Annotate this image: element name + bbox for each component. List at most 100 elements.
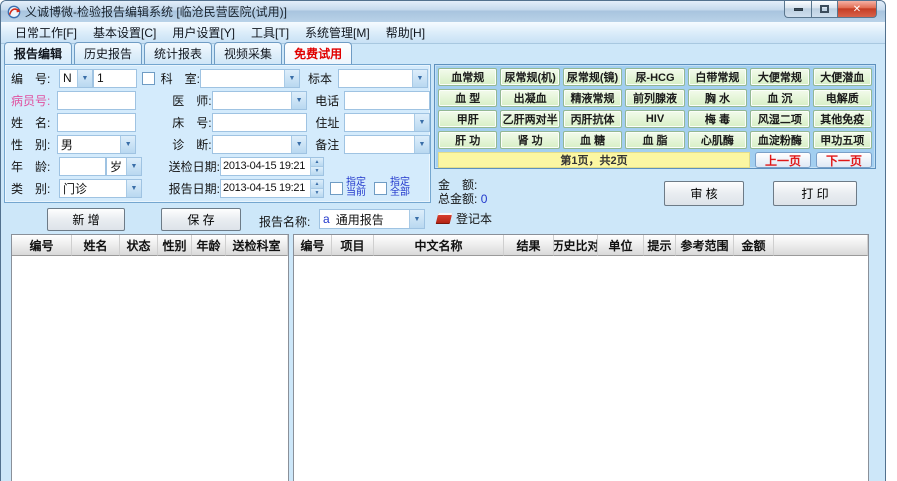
column-header[interactable]: 历史比对 <box>554 235 598 256</box>
test-category-button[interactable]: 肝 功 <box>438 131 497 149</box>
test-category-button[interactable]: 胸 水 <box>688 89 747 107</box>
remark-select[interactable]: ▼ <box>344 135 430 154</box>
audit-button[interactable]: 审 核 <box>664 181 744 206</box>
close-button[interactable]: ✕ <box>837 1 877 18</box>
specify-current-checkbox[interactable] <box>330 182 343 195</box>
window-controls: ✕ <box>784 1 877 18</box>
test-category-button[interactable]: 血 脂 <box>625 131 684 149</box>
column-header[interactable]: 姓名 <box>72 235 120 256</box>
chevron-down-icon: ▼ <box>77 70 92 87</box>
address-select[interactable]: ▼ <box>344 113 430 132</box>
report-name-select[interactable]: a通用报告 ▼ <box>319 209 425 229</box>
department-select[interactable]: ▼ <box>200 69 300 88</box>
menu-item-user-settings[interactable]: 用户设置[Y] <box>164 22 243 43</box>
number-prefix-select[interactable]: N ▼ <box>59 69 93 88</box>
spinner-icon[interactable]: ▲▼ <box>310 158 323 175</box>
column-header[interactable]: 性别 <box>158 235 192 256</box>
report-name-value: 通用报告 <box>336 211 384 228</box>
test-category-button[interactable]: 出凝血 <box>500 89 559 107</box>
column-header[interactable]: 金额 <box>734 235 774 256</box>
spinner-icon[interactable]: ▲▼ <box>310 180 323 197</box>
column-header[interactable]: 年龄 <box>192 235 226 256</box>
test-category-button[interactable]: HIV <box>625 110 684 128</box>
tab-statistics-report[interactable]: 统计报表 <box>144 42 212 64</box>
tab-report-edit[interactable]: 报告编辑 <box>4 42 72 64</box>
maximize-button[interactable] <box>811 1 837 18</box>
test-category-button[interactable]: 肾 功 <box>500 131 559 149</box>
test-category-button[interactable]: 大便常规 <box>750 68 809 86</box>
number-input[interactable]: 1 <box>93 69 137 88</box>
next-page-button[interactable]: 下一页 <box>816 152 872 168</box>
patient-list-body[interactable] <box>12 256 288 481</box>
report-date-input[interactable]: 2013-04-15 19:21 ▲▼ <box>220 179 324 198</box>
age-unit-select[interactable]: 岁 ▼ <box>106 157 142 176</box>
test-category-button[interactable]: 白带常规 <box>688 68 747 86</box>
test-category-button[interactable]: 梅 毒 <box>688 110 747 128</box>
column-header[interactable]: 中文名称 <box>374 235 504 256</box>
test-category-button[interactable]: 血常规 <box>438 68 497 86</box>
tab-history-report[interactable]: 历史报告 <box>74 42 142 64</box>
pagination-bar: 第1页，共2页 上一页 下一页 <box>438 152 872 168</box>
test-category-button[interactable]: 尿-HCG <box>625 68 684 86</box>
result-table: 编号 项目 中文名称 结果 历史比对 单位 提示 参考范围 金额 <box>293 234 869 481</box>
gender-select[interactable]: 男 ▼ <box>57 135 136 154</box>
result-table-body[interactable] <box>294 256 868 481</box>
test-category-panel: 血常规 尿常规(机) 尿常规(镜) 尿-HCG 白带常规 大便常规 大便潜血 血… <box>434 64 876 169</box>
tab-free-trial[interactable]: 免费试用 <box>284 42 352 64</box>
test-category-button[interactable]: 其他免疫 <box>813 110 872 128</box>
test-category-button[interactable]: 精液常规 <box>563 89 622 107</box>
age-input[interactable] <box>59 157 106 176</box>
column-header[interactable]: 项目 <box>332 235 374 256</box>
test-category-button[interactable]: 甲肝 <box>438 110 497 128</box>
test-category-button[interactable]: 大便潜血 <box>813 68 872 86</box>
test-category-button[interactable]: 血 沉 <box>750 89 809 107</box>
send-date-input[interactable]: 2013-04-15 19:21 ▲▼ <box>220 157 324 176</box>
test-category-button[interactable]: 血 型 <box>438 89 497 107</box>
test-category-button[interactable]: 血淀粉酶 <box>750 131 809 149</box>
test-category-button[interactable]: 风湿二项 <box>750 110 809 128</box>
minimize-button[interactable] <box>784 1 811 18</box>
category-select[interactable]: 门诊 ▼ <box>59 179 142 198</box>
column-header[interactable]: 编号 <box>294 235 332 256</box>
column-header[interactable]: 送检科室 <box>226 235 288 256</box>
test-category-button[interactable]: 心肌酶 <box>688 131 747 149</box>
name-input[interactable] <box>57 113 137 132</box>
test-category-button[interactable]: 前列腺液 <box>625 89 684 107</box>
column-header[interactable]: 参考范围 <box>676 235 734 256</box>
number-checkbox[interactable] <box>142 72 155 85</box>
new-button[interactable]: 新 增 <box>47 208 125 231</box>
save-button[interactable]: 保 存 <box>161 208 241 231</box>
menu-item-tools[interactable]: 工具[T] <box>243 22 297 43</box>
chevron-down-icon: ▼ <box>414 136 429 153</box>
column-header[interactable]: 提示 <box>644 235 676 256</box>
test-category-button[interactable]: 电解质 <box>813 89 872 107</box>
patient-id-input[interactable] <box>57 91 137 110</box>
age-label: 年 龄: <box>11 158 59 175</box>
column-header[interactable]: 编号 <box>12 235 72 256</box>
register-book-link[interactable]: 登记本 <box>437 210 492 227</box>
test-category-button[interactable]: 乙肝两对半 <box>500 110 559 128</box>
doctor-select[interactable]: ▼ <box>212 91 308 110</box>
menu-item-system-management[interactable]: 系统管理[M] <box>297 22 378 43</box>
bed-input[interactable] <box>212 113 308 132</box>
specimen-select[interactable]: ▼ <box>338 69 428 88</box>
patient-list-table: 编号 姓名 状态 性别 年龄 送检科室 <box>11 234 289 481</box>
test-category-button[interactable]: 血 糖 <box>563 131 622 149</box>
form-row-number: 编 号: N ▼ 1 科 室: ▼ 标本 ▼ <box>5 67 430 89</box>
menu-item-help[interactable]: 帮助[H] <box>378 22 433 43</box>
phone-input[interactable] <box>344 91 430 110</box>
test-category-button[interactable]: 尿常规(镜) <box>563 68 622 86</box>
column-header[interactable]: 单位 <box>598 235 644 256</box>
tab-video-capture[interactable]: 视频采集 <box>214 42 282 64</box>
specify-all-checkbox[interactable] <box>374 182 387 195</box>
diagnosis-select[interactable]: ▼ <box>212 135 308 154</box>
menu-item-basic-settings[interactable]: 基本设置[C] <box>85 22 164 43</box>
prev-page-button[interactable]: 上一页 <box>755 152 811 168</box>
test-category-button[interactable]: 丙肝抗体 <box>563 110 622 128</box>
print-button[interactable]: 打 印 <box>773 181 857 206</box>
menu-item-daily-work[interactable]: 日常工作[F] <box>7 22 85 43</box>
column-header[interactable]: 状态 <box>120 235 158 256</box>
test-category-button[interactable]: 甲功五项 <box>813 131 872 149</box>
test-category-button[interactable]: 尿常规(机) <box>500 68 559 86</box>
column-header[interactable]: 结果 <box>504 235 554 256</box>
